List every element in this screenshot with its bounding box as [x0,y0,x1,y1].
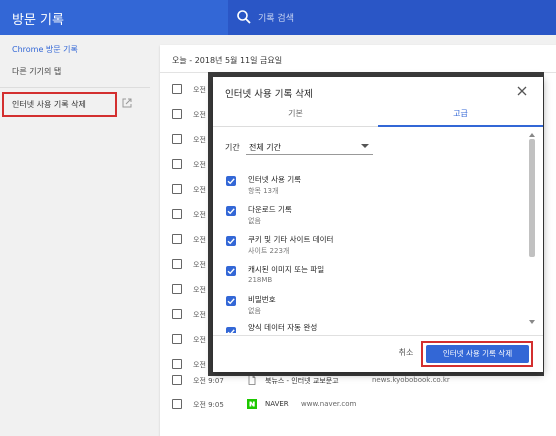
tab-bar: 기본 고급 [213,105,543,127]
row-checkbox[interactable] [172,359,182,369]
search-icon[interactable] [236,9,252,25]
row-time: 오전 [193,136,206,144]
row-title[interactable]: 북뉴스 - 인터넷 교보문고 [265,376,339,386]
row-checkbox[interactable] [172,309,182,319]
row-checkbox[interactable] [172,284,182,294]
option-subtitle: 없음 [248,217,261,225]
option-cached-files[interactable]: 캐시된 이미지 또는 파일 218MB [213,263,523,293]
sidebar-item-other-devices[interactable]: 다른 기기의 탭 [12,66,61,77]
clear-browsing-data-dialog: 인터넷 사용 기록 삭제 기본 고급 기간 전체 기간 인터넷 사용 기록 항목… [213,77,543,372]
row-checkbox[interactable] [172,375,182,385]
tab-indicator [378,125,543,127]
checkbox-checked[interactable] [226,176,236,186]
option-subtitle: 218MB [248,276,273,284]
highlight-box [2,92,117,117]
row-url: news.kyobobook.co.kr [372,376,450,384]
row-checkbox[interactable] [172,334,182,344]
row-time: 오전 [193,211,206,219]
row-time: 오전 [193,161,206,169]
checkbox-checked[interactable] [226,296,236,306]
row-time: 오전 [193,286,206,294]
top-bar: 방문 기록 기록 검색 [0,0,556,35]
option-subtitle: 사이트 223개 [248,247,290,255]
sidebar-divider [0,87,150,88]
row-checkbox[interactable] [172,184,182,194]
page-title: 방문 기록 [12,13,64,28]
row-checkbox[interactable] [172,84,182,94]
scroll-down-arrow-icon[interactable] [529,320,535,325]
row-time: 오전 9:05 [193,401,224,409]
sidebar-item-chrome-history[interactable]: Chrome 방문 기록 [12,44,78,55]
highlight-box [421,341,533,367]
option-title: 양식 데이터 자동 완성 [248,323,318,332]
row-time: 오전 [193,236,206,244]
row-time: 오전 [193,186,206,194]
row-time: 오전 [193,86,206,94]
checkbox-checked[interactable] [226,236,236,246]
option-cookies[interactable]: 쿠키 및 기타 사이트 데이터 사이트 223개 [213,233,523,263]
cancel-button[interactable]: 취소 [391,345,421,361]
row-time: 오전 [193,311,206,319]
search-box[interactable]: 기록 검색 [228,0,556,35]
naver-icon [247,399,257,409]
time-range-value[interactable]: 전체 기간 [249,142,281,153]
row-title[interactable]: NAVER [265,400,289,408]
time-range-select[interactable]: 기간 전체 기간 [213,137,373,155]
row-checkbox[interactable] [172,159,182,169]
row-checkbox[interactable] [172,109,182,119]
tab-advanced[interactable]: 고급 [378,105,543,127]
row-checkbox[interactable] [172,134,182,144]
time-range-label: 기간 [225,143,240,152]
search-input[interactable]: 기록 검색 [258,11,294,24]
external-link-icon [122,98,132,108]
row-time: 오전 [193,336,206,344]
select-underline [246,154,373,155]
option-subtitle: 항목 13개 [248,187,279,195]
row-checkbox[interactable] [172,209,182,219]
checkbox-checked[interactable] [226,266,236,276]
row-checkbox[interactable] [172,399,182,409]
option-autofill[interactable]: 양식 데이터 자동 완성 [213,321,523,333]
dropdown-arrow-icon[interactable] [361,143,369,149]
checkbox-checked[interactable] [226,327,236,333]
option-subtitle: 없음 [248,307,261,315]
scrollbar-thumb[interactable] [529,139,535,257]
row-time: 오전 [193,261,206,269]
checkbox-checked[interactable] [226,206,236,216]
document-icon [248,375,256,385]
dialog-footer-divider [213,335,543,336]
close-icon[interactable] [513,82,531,100]
row-url: www.naver.com [301,400,357,408]
row-checkbox[interactable] [172,259,182,269]
option-title: 캐시된 이미지 또는 파일 [248,265,325,274]
row-time: 오전 9:07 [193,377,224,385]
row-time: 오전 [193,111,206,119]
option-title: 비밀번호 [248,295,276,304]
scroll-up-arrow-icon[interactable] [529,132,535,137]
tab-basic[interactable]: 기본 [213,105,378,127]
option-passwords[interactable]: 비밀번호 없음 [213,293,523,323]
history-row[interactable]: 오전 9:05 NAVER www.naver.com [160,393,556,417]
row-checkbox[interactable] [172,234,182,244]
option-title: 쿠키 및 기타 사이트 데이터 [248,235,334,244]
dialog-title: 인터넷 사용 기록 삭제 [225,89,313,100]
option-browsing-history[interactable]: 인터넷 사용 기록 항목 13개 [213,173,523,203]
date-header: 오늘 - 2018년 5월 11일 금요일 [172,56,283,65]
option-title: 다운로드 기록 [248,205,292,214]
option-download-history[interactable]: 다운로드 기록 없음 [213,203,523,233]
option-title: 인터넷 사용 기록 [248,175,302,184]
